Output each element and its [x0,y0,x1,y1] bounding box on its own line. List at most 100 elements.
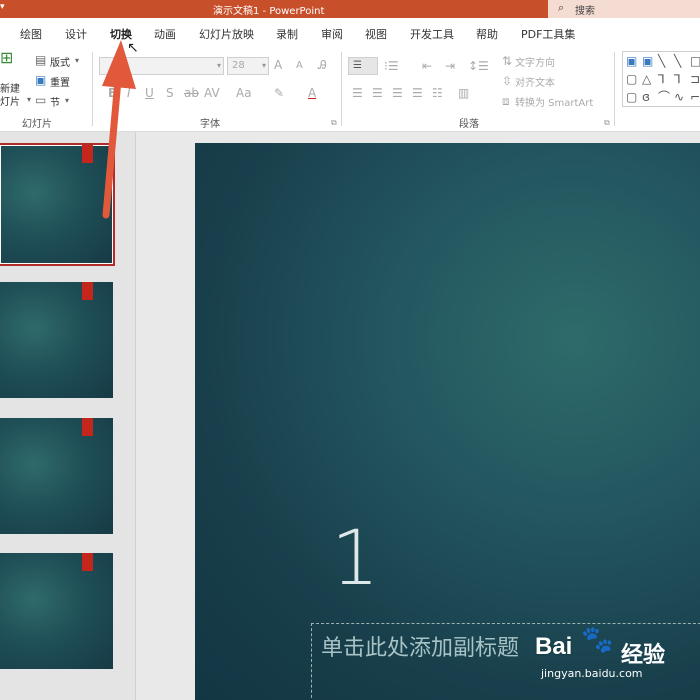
slide-thumbnail[interactable] [0,553,113,669]
rectangle-shape-icon[interactable]: □ [690,55,700,67]
paragraph-group-label: 段落 [459,119,479,130]
thumbnail-accent-bar [82,282,93,300]
new-slide-label-2[interactable]: 灯片 [0,93,20,108]
italic-icon[interactable]: I [127,87,131,99]
quick-access-icon[interactable]: ▾ [0,2,5,12]
slide-thumbnails-panel[interactable] [0,132,136,700]
clear-format-icon[interactable]: Ꭿ [318,59,327,71]
change-case-icon[interactable]: Aa [236,87,252,99]
layout-dropdown-icon[interactable]: ▾ [75,55,79,67]
elbow-connector-shape-icon[interactable]: ⅂ [674,73,681,85]
numbering-icon[interactable]: ⁝☰ [384,60,399,72]
arrow-line-shape-icon[interactable]: ╲ [674,55,681,67]
chevron-down-icon: ▾ [261,61,266,70]
tab-animations[interactable]: 动画 [154,26,176,42]
shapes-gallery[interactable]: ▣ ▣ ╲ ╲ □ ▢ △ ⅂ ⅂ ⊐ ▢ ɞ ⌒ ∿ ⌐ [622,51,700,107]
connector-shape-icon[interactable]: ⅂ [658,73,665,85]
watermark-name: 经验 [621,643,666,668]
shadow-icon[interactable]: S [166,87,174,99]
font-dialog-launcher-icon[interactable]: ⧉ [331,118,337,128]
justify-icon[interactable]: ☰ [412,87,423,99]
slide-thumbnail[interactable] [0,143,115,266]
font-size-select[interactable]: 28 ▾ [227,57,269,75]
slides-group-label: 幻灯片 [22,119,52,130]
bullets-icon: ☰ [353,60,362,71]
grow-font-icon[interactable]: A [274,59,282,71]
tab-draw[interactable]: 绘图 [20,26,42,42]
slide-thumbnail[interactable] [0,418,113,534]
tab-developer[interactable]: 开发工具 [410,26,454,42]
window-title: 演示文稿1 - PowerPoint [213,6,325,17]
smartart-icon[interactable]: ⧈ [502,95,510,107]
paragraph-dialog-launcher-icon[interactable]: ⧉ [604,118,610,128]
reset-button[interactable]: 重置 [50,74,70,89]
align-right-icon[interactable]: ☰ [392,87,403,99]
mouse-cursor-icon: ↖ [127,40,139,56]
tab-pdf-tools[interactable]: PDF工具集 [521,26,575,42]
shape-icon[interactable]: ▢ [626,91,637,103]
bracket-shape-icon[interactable]: ⌐ [690,91,700,103]
font-name-select[interactable]: ▾ [99,57,224,75]
font-group-label: 字体 [200,119,220,130]
separator [341,52,342,126]
columns-icon[interactable]: ▥ [458,87,469,99]
slide-thumbnail[interactable] [0,282,113,398]
tab-record[interactable]: 录制 [276,26,298,42]
block-arrow-shape-icon[interactable]: ⊐ [690,73,700,85]
char-spacing-icon[interactable]: AV [204,87,220,99]
bullets-button[interactable]: ☰ [348,57,378,75]
new-slide-dropdown-icon[interactable]: ▾ [27,94,31,106]
separator [614,52,615,126]
reset-icon[interactable]: ▣ [35,74,46,86]
section-button[interactable]: 节 [50,94,60,109]
align-left-icon[interactable]: ☰ [352,87,363,99]
convert-smartart-button[interactable]: 转换为 SmartArt [515,94,593,109]
separator [92,52,93,126]
slide-canvas[interactable]: 1 单击此处添加副标题 [195,143,700,700]
slide-title-number[interactable]: 1 [331,513,379,602]
wave-shape-icon[interactable]: ∿ [674,91,684,103]
tab-design[interactable]: 设计 [65,26,87,42]
align-center-icon[interactable]: ☰ [372,87,383,99]
ribbon: ⊞ 新建 灯片 ▾ ▤ 版式 ▾ ▣ 重置 ▭ 节 ▾ 幻灯片 ▾ 28 ▾ A… [0,46,700,132]
strikethrough-icon[interactable]: ab [184,87,199,99]
paw-icon: 🐾 [581,625,614,655]
search-label: 搜索 [575,6,595,17]
rounded-rect-shape-icon[interactable]: ▢ [626,73,637,85]
title-bar: ▾ 演示文稿1 - PowerPoint ⌕ 搜索 [0,0,700,18]
watermark-brand: Bai [535,633,573,660]
section-icon[interactable]: ▭ [35,94,46,106]
align-text-button[interactable]: 对齐文本 [515,74,555,89]
tab-slideshow[interactable]: 幻灯片放映 [199,26,254,42]
vertical-textbox-shape-icon[interactable]: ▣ [642,55,653,67]
search-icon: ⌕ [558,1,565,14]
underline-icon[interactable]: U [145,87,154,99]
line-spacing-icon[interactable]: ↕☰ [468,60,489,72]
baidu-watermark: Bai 🐾 经验 jingyan.baidu.com [535,625,700,685]
font-color-icon[interactable]: A [308,87,316,99]
layout-icon[interactable]: ▤ [35,54,46,66]
shrink-font-icon[interactable]: A [296,60,303,72]
increase-indent-icon[interactable]: ⇥ [445,60,455,72]
section-dropdown-icon[interactable]: ▾ [65,95,69,107]
highlight-icon[interactable]: ✎ [274,87,284,99]
decrease-indent-icon[interactable]: ⇤ [422,60,432,72]
triangle-shape-icon[interactable]: △ [642,73,651,85]
search-box[interactable]: ⌕ 搜索 [548,0,700,18]
tab-help[interactable]: 帮助 [476,26,498,42]
layout-button[interactable]: 版式 [50,54,70,69]
bold-icon[interactable]: B [108,87,117,99]
line-shape-icon[interactable]: ╲ [658,55,665,67]
align-text-icon[interactable]: ⇳ [502,75,512,87]
text-direction-icon[interactable]: ⇅ [502,55,512,67]
new-slide-icon[interactable]: ⊞ [0,50,13,66]
tab-view[interactable]: 视图 [365,26,387,42]
curve-shape-icon[interactable]: ɞ [642,91,650,103]
chevron-down-icon: ▾ [216,61,221,70]
arc-shape-icon[interactable]: ⌒ [658,91,670,103]
ribbon-tabs: 绘图 设计 切换 动画 幻灯片放映 录制 审阅 视图 开发工具 帮助 PDF工具… [0,18,700,48]
textbox-shape-icon[interactable]: ▣ [626,55,637,67]
text-direction-button[interactable]: 文字方向 [515,54,555,69]
distributed-icon[interactable]: ☷ [432,87,443,99]
tab-review[interactable]: 审阅 [321,26,343,42]
